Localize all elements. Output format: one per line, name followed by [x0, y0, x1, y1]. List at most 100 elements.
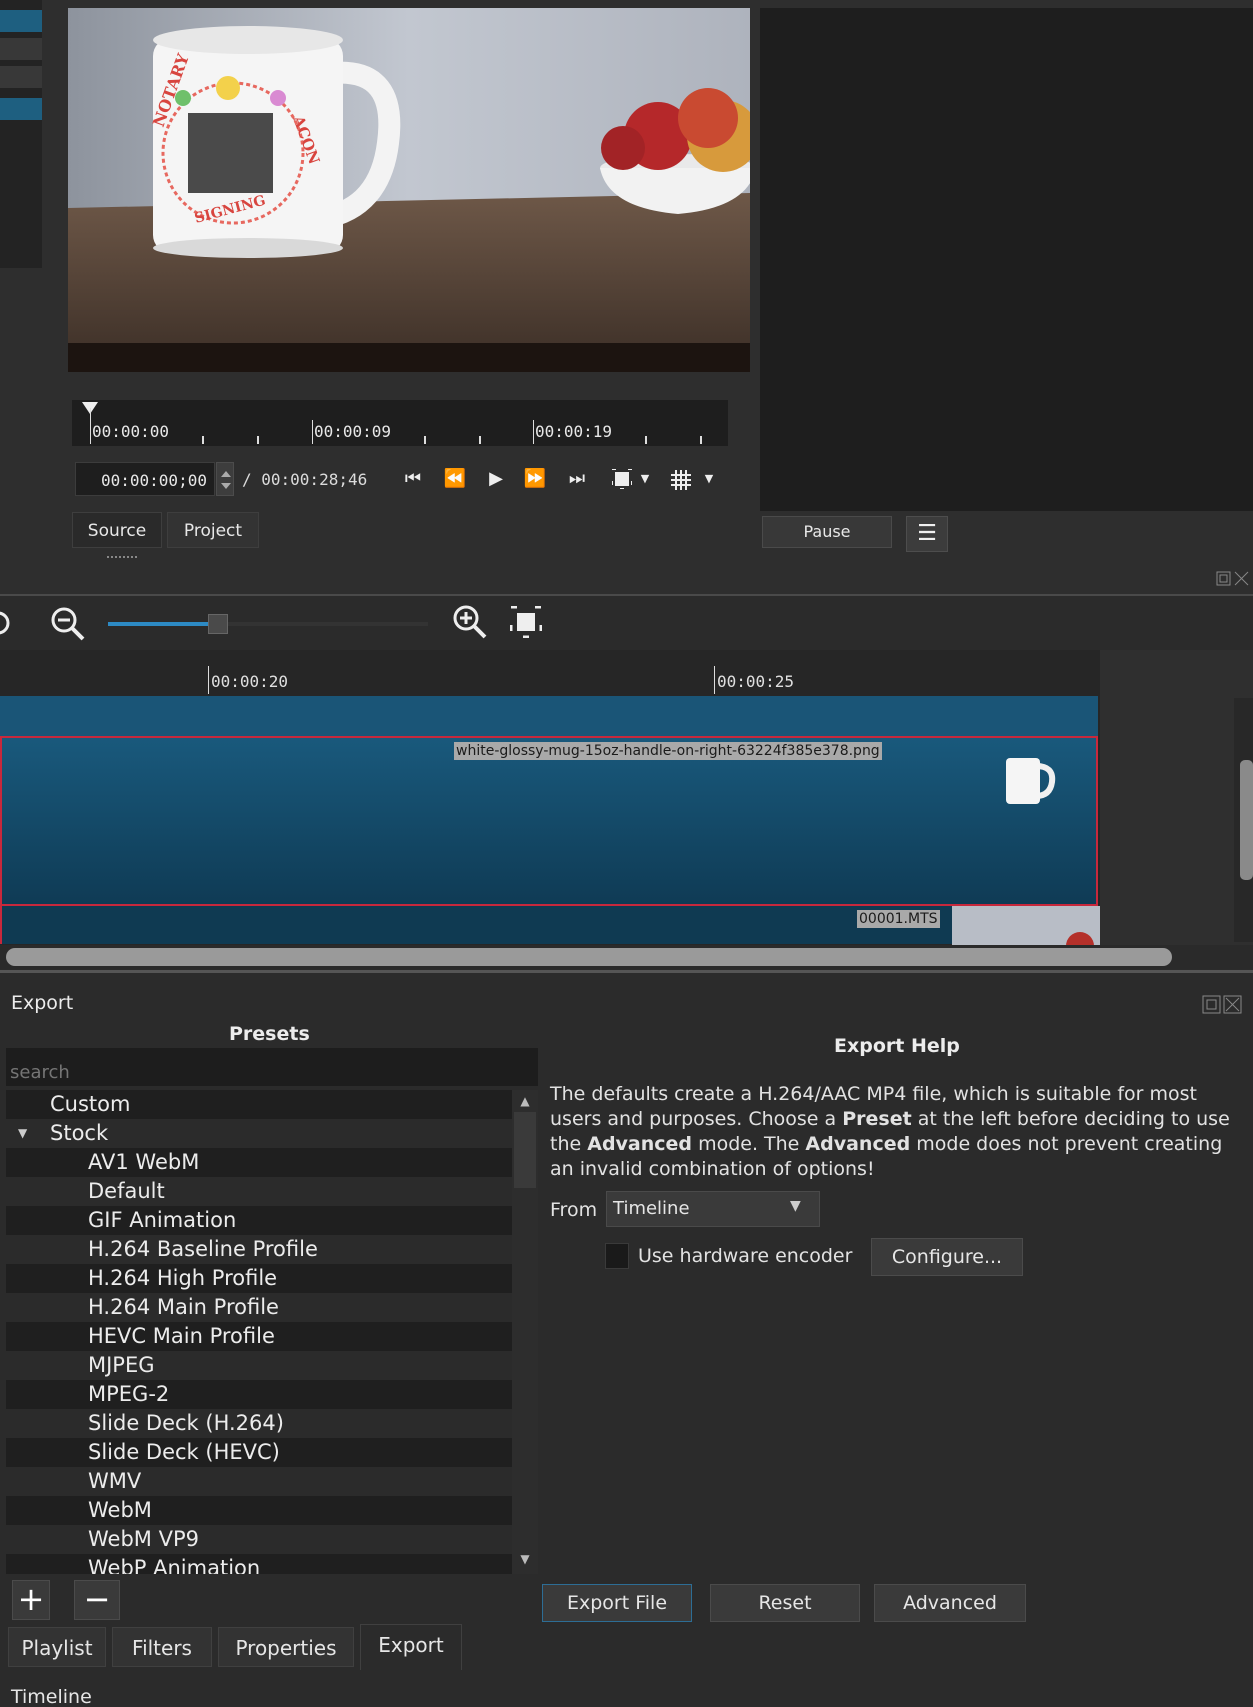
advanced-button[interactable]: Advanced — [874, 1584, 1026, 1622]
preset-item[interactable]: H.264 Baseline Profile — [6, 1235, 512, 1264]
timeline-track-clip[interactable] — [0, 696, 1098, 736]
zoom-timeline-fit-icon[interactable] — [510, 606, 542, 638]
export-help-heading: Export Help — [834, 1035, 960, 1057]
export-panel-title: Export — [11, 992, 74, 1014]
timeline-clip-mug[interactable]: white-glossy-mug-15oz-handle-on-right-63… — [0, 736, 1098, 906]
timeline-clip-mts[interactable]: 00001.MTS — [0, 904, 1100, 946]
rewind-icon[interactable]: ⏪ — [442, 466, 468, 492]
ruler-tick — [700, 436, 702, 444]
timecode-input[interactable]: 00:00:00;00 — [75, 462, 215, 496]
tab-playlist[interactable]: Playlist — [8, 1627, 106, 1667]
configure-button[interactable]: Configure... — [871, 1238, 1023, 1276]
timeline-tick-label: 00:00:25 — [717, 672, 795, 691]
tab-project[interactable]: Project — [167, 512, 259, 548]
preset-item[interactable]: Default — [6, 1177, 512, 1206]
play-icon[interactable]: ▶ — [486, 466, 506, 492]
preset-item-label: WebM — [88, 1498, 152, 1522]
preset-item[interactable]: H.264 High Profile — [6, 1264, 512, 1293]
preset-item[interactable]: ▼ Stock — [6, 1119, 512, 1148]
preset-item[interactable]: GIF Animation — [6, 1206, 512, 1235]
fast-forward-icon[interactable]: ⏩ — [522, 466, 548, 492]
preset-item-label: H.264 Main Profile — [88, 1295, 279, 1319]
timeline-panel-title: Timeline — [11, 1686, 92, 1707]
timeline-tick-label: 00:00:20 — [211, 672, 289, 691]
preset-item-label: H.264 High Profile — [88, 1266, 278, 1290]
dock-float-close-icon[interactable] — [1216, 570, 1250, 588]
tab-indicator — [107, 556, 137, 558]
presets-heading: Presets — [229, 1023, 310, 1045]
preset-item-label: WebP Animation — [88, 1556, 261, 1574]
preset-item[interactable]: H.264 Main Profile — [6, 1293, 512, 1322]
preset-item[interactable]: WebP Animation — [6, 1554, 512, 1574]
dock-float-close-icon[interactable] — [1202, 994, 1242, 1014]
help-bold-term: Advanced — [805, 1133, 911, 1155]
chevron-down-icon[interactable]: ▼ — [790, 1198, 801, 1214]
zoom-fit-icon[interactable] — [612, 469, 632, 489]
left-strip-tab[interactable] — [0, 98, 42, 120]
scroll-down-icon[interactable]: ▼ — [516, 1552, 534, 1570]
expand-arrow-icon[interactable]: ▼ — [18, 1119, 27, 1148]
remove-preset-button[interactable]: − — [74, 1580, 120, 1620]
zoom-slider-fill — [108, 622, 218, 626]
preset-item[interactable]: MPEG-2 — [6, 1380, 512, 1409]
preset-scroll-thumb[interactable] — [514, 1112, 536, 1188]
timeline-horizontal-scroll-thumb[interactable] — [6, 948, 1172, 966]
from-label: From — [550, 1199, 598, 1221]
tab-filters[interactable]: Filters — [112, 1627, 212, 1667]
timeline-tick — [208, 666, 209, 694]
zoom-slider-handle[interactable] — [208, 614, 228, 634]
left-side-strip — [0, 0, 42, 268]
scroll-up-icon[interactable]: ▲ — [516, 1094, 534, 1112]
clip-thumbnail — [1006, 758, 1056, 804]
from-select[interactable]: Timeline — [606, 1191, 820, 1227]
help-bold-term: Preset — [842, 1108, 912, 1130]
pause-button[interactable]: Pause — [762, 516, 892, 548]
preset-item[interactable]: WMV — [6, 1467, 512, 1496]
preset-item[interactable]: AV1 WebM — [6, 1148, 512, 1177]
preset-item-label: WMV — [88, 1469, 142, 1493]
timeline-side-area — [1100, 650, 1253, 945]
ruler-tick — [479, 436, 481, 444]
zoom-out-icon[interactable] — [48, 604, 88, 644]
menu-icon[interactable]: ☰ — [906, 516, 948, 552]
export-file-button[interactable]: Export File — [542, 1584, 692, 1622]
export-help-text: The defaults create a H.264/AAC MP4 file… — [550, 1082, 1250, 1182]
add-preset-button[interactable]: + — [12, 1580, 50, 1620]
ruler-label: 00:00:09 — [314, 422, 392, 441]
preset-item[interactable]: MJPEG — [6, 1351, 512, 1380]
left-strip-tab[interactable] — [0, 66, 42, 88]
timeline-vertical-scroll-thumb[interactable] — [1240, 760, 1253, 880]
timeline-tool-icon[interactable] — [0, 608, 16, 638]
left-strip-tab[interactable] — [0, 38, 42, 60]
tab-source[interactable]: Source — [72, 512, 162, 548]
player-ruler[interactable]: 00:00:00 00:00:09 00:00:19 — [72, 400, 728, 446]
secondary-viewer — [760, 8, 1253, 511]
zoom-dropdown-icon[interactable]: ▼ — [638, 466, 652, 492]
preset-item[interactable]: Slide Deck (H.264) — [6, 1409, 512, 1438]
preset-item[interactable]: WebM VP9 — [6, 1525, 512, 1554]
timecode-spinner[interactable] — [216, 462, 234, 496]
grid-dropdown-icon[interactable]: ▼ — [702, 466, 716, 492]
reset-button[interactable]: Reset — [710, 1584, 860, 1622]
grid-icon[interactable] — [670, 469, 692, 491]
video-preview: NOTARY SIGNING ACON — [68, 8, 750, 372]
video-frame-image: NOTARY SIGNING ACON — [68, 8, 750, 372]
tab-export[interactable]: Export — [360, 1624, 462, 1670]
preset-item[interactable]: Custom — [6, 1090, 512, 1119]
hardware-encoder-checkbox[interactable] — [605, 1243, 629, 1269]
ruler-tick — [533, 420, 534, 444]
preset-item[interactable]: Slide Deck (HEVC) — [6, 1438, 512, 1467]
ruler-tick — [645, 436, 647, 444]
skip-to-end-icon[interactable]: ⏭ — [566, 466, 588, 492]
preset-tree: Custom ▼ Stock AV1 WebM Default GIF Animation… — [6, 1090, 512, 1574]
tab-properties[interactable]: Properties — [218, 1627, 354, 1667]
preset-item[interactable]: WebM — [6, 1496, 512, 1525]
timeline-ruler[interactable] — [0, 650, 1100, 696]
help-bold-term: Advanced — [587, 1133, 693, 1155]
skip-to-start-icon[interactable]: ⏮ — [402, 466, 424, 492]
ruler-tick — [90, 408, 91, 444]
preset-search-input[interactable] — [6, 1048, 538, 1086]
left-strip-tab[interactable] — [0, 10, 42, 32]
preset-item[interactable]: HEVC Main Profile — [6, 1322, 512, 1351]
zoom-in-icon[interactable] — [450, 602, 490, 642]
